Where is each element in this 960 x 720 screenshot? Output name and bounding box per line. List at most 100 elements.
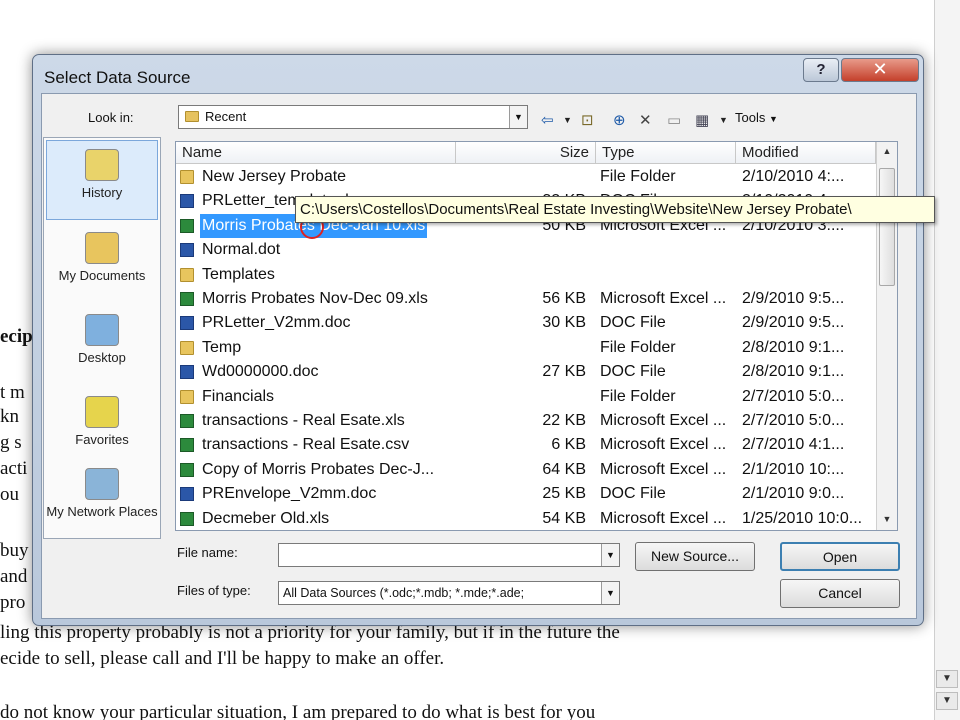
history-icon [85, 149, 119, 181]
tools-label: Tools [735, 110, 766, 125]
folder-icon [180, 267, 194, 282]
file-row[interactable]: Templates [176, 263, 876, 287]
file-modified: 2/7/2010 5:0... [742, 387, 845, 405]
place-history[interactable]: History [46, 140, 158, 220]
place-my-documents[interactable]: My Documents [46, 224, 158, 304]
search-web-icon[interactable]: ⊕ [613, 111, 626, 129]
folder-icon [180, 389, 194, 404]
file-row[interactable]: PRLetter_V2mm.doc 30 KB DOC File 2/9/2010 9… [176, 311, 876, 335]
file-type: Microsoft Excel ... [600, 436, 727, 454]
views-icon[interactable]: ▦ [695, 111, 709, 129]
file-row[interactable]: PREnvelope_V2mm.doc 25 KB DOC File 2/1/2010… [176, 482, 876, 506]
file-modified: 2/9/2010 9:5... [742, 290, 845, 307]
file-size: 54 KB [542, 509, 586, 527]
my-documents-icon [85, 232, 119, 264]
path-tooltip: C:\Users\Costellos\Documents\Real Estate… [295, 196, 935, 223]
place-history-label: History [81, 185, 123, 200]
file-name: transactions - Real Esate.xls [202, 412, 405, 429]
document-text-fragment: buy [0, 540, 29, 561]
look-in-combo[interactable]: Recent ▼ [178, 105, 528, 129]
back-arrow-icon[interactable]: ⇦ [541, 111, 554, 129]
file-row[interactable]: Morris Probates Nov-Dec 09.xls 56 KB Micro… [176, 287, 876, 311]
files-of-type-value: All Data Sources (*.odc;*.mdb; *.mde;*.a… [283, 586, 525, 600]
new-source-button[interactable]: New Source... [635, 542, 755, 571]
scroll-thumb[interactable] [879, 168, 895, 286]
file-row[interactable]: transactions - Real Esate.csv 6 KB Microso… [176, 433, 876, 457]
file-name-dropdown-icon[interactable]: ▼ [601, 544, 619, 566]
file-name: Morris Probates Nov-Dec 09.xls [202, 290, 428, 307]
scroll-down-arrow[interactable]: ▼ [877, 510, 897, 528]
file-type: Microsoft Excel ... [600, 412, 727, 429]
file-size: 22 KB [542, 412, 586, 429]
column-header-size[interactable]: Size [456, 142, 596, 164]
file-name: Decmeber Old.xls [202, 509, 330, 527]
word-file-icon [180, 487, 194, 502]
file-row[interactable]: Copy of Morris Probates Dec-J... 64 KB Mic… [176, 458, 876, 482]
file-type: Microsoft Excel ... [600, 460, 727, 478]
document-scrollbar[interactable] [934, 0, 960, 720]
cancel-button[interactable]: Cancel [780, 579, 900, 608]
column-header-name[interactable]: Name [176, 142, 456, 164]
file-modified: 2/1/2010 10:... [742, 460, 845, 478]
file-modified: 2/7/2010 5:0... [742, 412, 845, 429]
delete-icon[interactable]: ✕ [639, 111, 652, 129]
document-text-fragment: acti [0, 458, 28, 479]
place-my-documents-label: My Documents [58, 268, 146, 283]
file-type: File Folder [600, 338, 676, 356]
scroll-up-arrow[interactable]: ▲ [877, 142, 897, 160]
files-of-type-dropdown-icon[interactable]: ▼ [601, 582, 619, 604]
file-name: Wd0000000.doc [202, 363, 319, 381]
place-favorites[interactable]: Favorites [46, 388, 158, 468]
files-of-type-select[interactable]: All Data Sources (*.odc;*.mdb; *.mde;*.a… [278, 581, 620, 605]
place-my-network-places[interactable]: My Network Places [46, 460, 158, 540]
new-folder-icon[interactable]: ▭ [667, 111, 681, 129]
close-button[interactable]: ✕ [841, 58, 919, 82]
excel-file-icon [180, 414, 194, 428]
file-modified: 2/9/2010 9:5... [742, 314, 845, 332]
file-modified: 2/1/2010 9:0... [742, 485, 845, 503]
file-row[interactable]: Financials File Folder 2/7/2010 5:0... [176, 385, 876, 409]
place-my-network-places-label: My Network Places [46, 504, 158, 519]
folder-icon [180, 170, 194, 184]
file-row[interactable]: Normal.dot [176, 238, 876, 262]
excel-file-icon [180, 438, 194, 453]
folder-icon [185, 111, 199, 122]
file-name: Templates [202, 265, 275, 283]
file-modified: 2/10/2010 4:... [742, 168, 845, 185]
file-row[interactable]: New Jersey Probate File Folder 2/10/2010 4… [176, 165, 876, 189]
tools-dropdown-icon: ▼ [768, 114, 778, 124]
open-button[interactable]: Open [780, 542, 900, 571]
dialog-title: Select Data Source [44, 68, 191, 87]
files-of-type-label: Files of type: [177, 583, 251, 598]
chevron-down-icon[interactable]: ▼ [509, 106, 527, 128]
file-type: DOC File [600, 485, 666, 503]
file-type: Microsoft Excel ... [600, 290, 727, 307]
place-favorites-label: Favorites [75, 432, 129, 447]
file-row[interactable]: Wd0000000.doc 27 KB DOC File 2/8/2010 9:1..… [176, 360, 876, 384]
word-file-icon [180, 194, 194, 209]
tools-menu[interactable]: Tools ▼ [735, 110, 778, 125]
column-header-modified[interactable]: Modified [736, 142, 876, 164]
look-in-label: Look in: [88, 110, 134, 125]
file-name: Copy of Morris Probates Dec-J... [202, 460, 435, 478]
file-name-input[interactable]: ▼ [278, 543, 620, 567]
file-row[interactable]: Decmeber Old.xls 54 KB Microsoft Excel ...… [176, 507, 876, 530]
document-text-fragment: ou [0, 484, 19, 505]
views-dropdown-icon[interactable]: ▼ [719, 115, 728, 125]
network-places-icon [85, 468, 119, 500]
column-header-type[interactable]: Type [596, 142, 736, 164]
file-type: File Folder [600, 387, 676, 405]
up-folder-icon[interactable]: ⊡ [581, 111, 594, 129]
back-dropdown-icon[interactable]: ▼ [563, 115, 572, 125]
doc-scroll-down-arrow-2[interactable]: ▼ [936, 692, 958, 710]
file-name: Temp [202, 338, 242, 356]
excel-file-icon [180, 218, 194, 233]
doc-scroll-down-arrow[interactable]: ▼ [936, 670, 958, 688]
file-row[interactable]: transactions - Real Esate.xls 22 KB Micros… [176, 409, 876, 433]
excel-file-icon [180, 511, 194, 526]
look-in-value: Recent [205, 109, 247, 124]
file-row[interactable]: Temp File Folder 2/8/2010 9:1... [176, 336, 876, 360]
file-modified: 2/8/2010 9:1... [742, 363, 845, 381]
place-desktop[interactable]: Desktop [46, 306, 158, 386]
help-button[interactable]: ? [803, 58, 839, 82]
